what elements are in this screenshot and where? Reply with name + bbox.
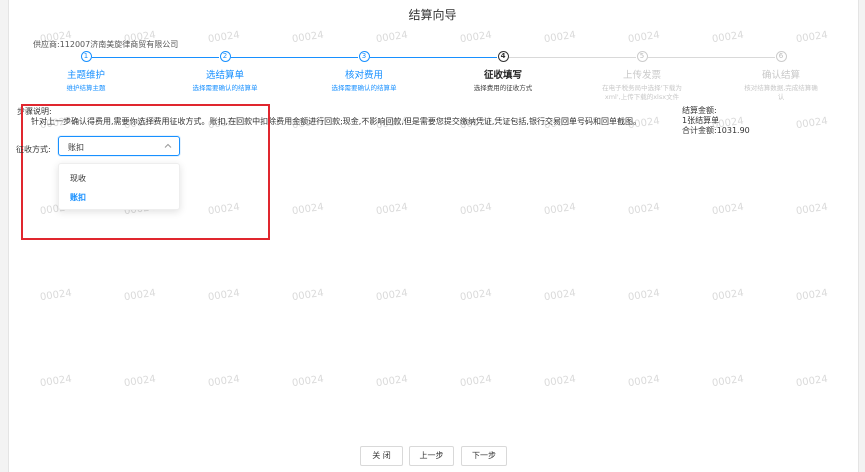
watermark-text: 00024 [39, 287, 73, 304]
step-title: 确认结算 [761, 70, 800, 81]
watermark-text: 00024 [711, 29, 745, 46]
watermark-text: 00024 [543, 287, 577, 304]
step-6[interactable]: 6 确认结算 核对结算数据,完成结算确 认 [721, 51, 841, 102]
settlement-amount-label: 结算金额: [682, 106, 717, 115]
collection-method-label: 征收方式: [16, 145, 51, 154]
page-title: 结算向导 [408, 8, 457, 22]
watermark-text: 00024 [459, 201, 493, 218]
watermark-text: 00024 [207, 29, 241, 46]
step-5[interactable]: 5 上传发票 在电子税务局中选择'下载为 xml',上传下载的xlsx文件 [582, 51, 702, 102]
watermark-text: 00024 [207, 287, 241, 304]
prev-step-button[interactable]: 上一步 [409, 446, 454, 466]
settlement-count: 1张结算单 [682, 116, 720, 125]
step-description: 选择需要确认的结算单 [331, 84, 397, 92]
watermark-text: 00024 [795, 201, 829, 218]
watermark-text: 00024 [375, 373, 409, 390]
watermark-text: 00024 [627, 287, 661, 304]
collection-method-select[interactable]: 账扣 [58, 136, 180, 156]
step-title: 征收填写 [483, 70, 522, 81]
step-title: 核对费用 [344, 70, 383, 81]
step-title: 上传发票 [622, 70, 661, 81]
step-description: 选择需要确认的结算单 [192, 84, 258, 92]
watermark-text: 00024 [627, 201, 661, 218]
watermark-text: 00024 [459, 287, 493, 304]
watermark-text: 00024 [123, 373, 157, 390]
watermark-text: 00024 [795, 115, 829, 132]
step-number: 5 [636, 51, 648, 62]
watermark-text: 00024 [795, 287, 829, 304]
watermark-text: 00024 [795, 373, 829, 390]
next-step-button[interactable]: 下一步 [461, 446, 507, 466]
step-title: 主题维护 [66, 70, 105, 81]
step-1[interactable]: 1 主题维护 维护结算主题 [26, 51, 146, 93]
watermark-text: 00024 [711, 373, 745, 390]
step-2[interactable]: 2 选结算单 选择需要确认的结算单 [165, 51, 285, 93]
step-description-line: 在电子税务局中选择'下载为 [602, 84, 682, 92]
step-title: 选结算单 [205, 70, 244, 81]
watermark-text: 00024 [123, 287, 157, 304]
watermark-text: 00024 [543, 201, 577, 218]
step-number: 4 [497, 51, 509, 62]
dropdown-option-deduct[interactable]: 账扣 [70, 192, 86, 203]
step-description: 在电子税务局中选择'下载为 xml',上传下载的xlsx文件 [582, 84, 702, 102]
supplier-name: 供应商:112007济南美旋律商贸有限公司 [33, 40, 179, 49]
step-number: 6 [775, 51, 787, 62]
watermark-text: 00024 [207, 373, 241, 390]
step-3[interactable]: 3 核对费用 选择需要确认的结算单 [304, 51, 424, 93]
watermark-text: 00024 [543, 29, 577, 46]
right-edge-strip [858, 0, 865, 472]
watermark-text: 00024 [543, 373, 577, 390]
chevron-up-icon [164, 143, 172, 148]
watermark-text: 00024 [375, 29, 409, 46]
settlement-total: 合计金额:1031.90 [682, 126, 750, 135]
close-button[interactable]: 关 闭 [360, 446, 403, 466]
dropdown-option-cash[interactable]: 现收 [70, 173, 86, 184]
step-description-line: 认 [777, 93, 785, 101]
watermark-text: 00024 [375, 201, 409, 218]
watermark-text: 00024 [291, 29, 325, 46]
watermark-text: 00024 [375, 287, 409, 304]
watermark-text: 00024 [39, 373, 73, 390]
step-number: 1 [80, 51, 92, 62]
left-edge-strip [0, 0, 9, 472]
watermark-text: 00024 [291, 201, 325, 218]
step-description: 选择费用的征收方式 [473, 84, 533, 92]
watermark-text: 00024 [459, 29, 493, 46]
step-description: 核对结算数据,完成结算确 认 [721, 84, 841, 102]
watermark-text: 00024 [711, 287, 745, 304]
step-description-line: xml',上传下载的xlsx文件 [604, 93, 680, 101]
watermark-text: 00024 [291, 287, 325, 304]
watermark-text: 00024 [795, 29, 829, 46]
step-description-line: 核对结算数据,完成结算确 [744, 84, 818, 92]
watermark-text: 00024 [459, 373, 493, 390]
step-description: 维护结算主题 [66, 84, 106, 92]
step-number: 3 [358, 51, 370, 62]
settlement-summary: 结算金额: 1张结算单 合计金额:1031.90 [682, 106, 750, 136]
step-4[interactable]: 4 征收填写 选择费用的征收方式 [443, 51, 563, 93]
watermark-text: 00024 [627, 29, 661, 46]
watermark-text: 00024 [711, 201, 745, 218]
collection-method-dropdown: 现收 账扣 [58, 163, 180, 210]
step-number: 2 [219, 51, 231, 62]
watermark-text: 00024 [627, 373, 661, 390]
selected-value: 账扣 [68, 143, 84, 152]
watermark-text: 00024 [291, 373, 325, 390]
